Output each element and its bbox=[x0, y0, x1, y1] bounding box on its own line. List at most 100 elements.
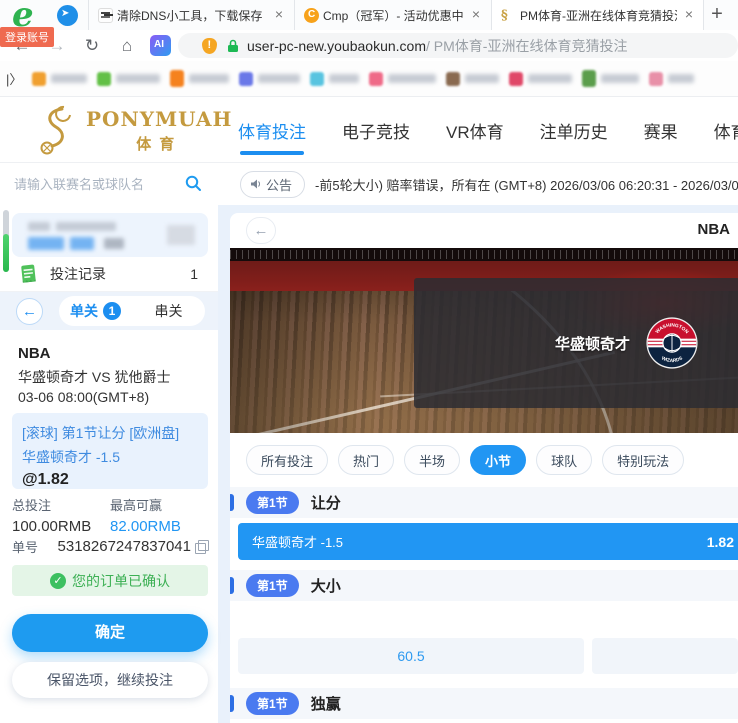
quarter-badge: 第1节 bbox=[246, 574, 299, 597]
announcement-label: 公告 bbox=[266, 177, 293, 193]
tab-parlay-label: 串关 bbox=[154, 303, 183, 319]
home-team-overlay: 华盛顿奇才 WASHINGTON WIZARDS bbox=[414, 278, 738, 408]
bookmark-item[interactable] bbox=[32, 71, 87, 86]
announcement-text: -前5轮大小) 赔率错误，所有在 (GMT+8) 2026/03/06 06:2… bbox=[315, 177, 738, 193]
logo-subtitle: 体育 bbox=[136, 135, 183, 153]
section-title-handicap: 让分 bbox=[310, 495, 341, 512]
bookmark-item[interactable] bbox=[97, 71, 160, 86]
url-field[interactable]: user-pc-new.youbaokun.com / PM体育-亚洲在线体育竞… bbox=[178, 33, 738, 58]
nav-vr-sports[interactable]: VR体育 bbox=[446, 98, 504, 163]
close-tab-icon[interactable]: × bbox=[271, 7, 287, 23]
screen: e 登录账号 清除DNS小工具，下载保存 × Cmp（冠军）- 活动优惠中 × … bbox=[0, 0, 738, 723]
bet-option-handicap-selected[interactable]: 华盛顿奇才 -1.5 1.82 bbox=[238, 523, 738, 560]
league-title: NBA bbox=[697, 221, 731, 238]
tab-title: PM体育-亚洲在线体育竞猜投注 bbox=[520, 8, 677, 23]
slip-odds: @1.82 bbox=[22, 471, 69, 488]
tab-favicon-dns bbox=[98, 7, 113, 23]
site-logo[interactable]: PONYMUAH 体育 bbox=[34, 105, 232, 155]
bet-records-count: 1 bbox=[190, 266, 198, 282]
bookmark-item[interactable] bbox=[310, 71, 359, 86]
bookmark-item[interactable] bbox=[446, 71, 499, 86]
refresh-icon[interactable]: ↻ bbox=[79, 34, 105, 58]
receipt-icon bbox=[21, 264, 36, 283]
tab-favicon-pm: § bbox=[501, 7, 508, 23]
url-page-title: / PM体育-亚洲在线体育竞猜投注 bbox=[426, 37, 628, 54]
close-tab-icon[interactable]: × bbox=[468, 7, 484, 23]
sidebar-scrollbar[interactable] bbox=[3, 210, 9, 272]
browser-tab-cmp[interactable]: Cmp（冠军）- 活动优惠中 × bbox=[294, 0, 490, 30]
betslip-sidebar: 投注记录 1 ← 单关 1 串关 NBA 华盛顿奇才 VS 犹他爵士 03-06… bbox=[0, 205, 218, 723]
max-win-label: 最高可赢 bbox=[110, 498, 163, 513]
slip-back-button[interactable]: ← bbox=[16, 297, 43, 325]
tab-single-bet[interactable]: 单关 1 bbox=[59, 301, 132, 321]
slip-totals: 总投注 100.00RMB 最高可赢 82.00RMB bbox=[12, 495, 208, 535]
slip-selection: 华盛顿奇才 -1.5 bbox=[22, 449, 121, 465]
close-tab-icon[interactable]: × bbox=[681, 7, 697, 23]
nav-bet-history[interactable]: 注单历史 bbox=[540, 98, 608, 163]
site-header: PONYMUAH 体育 体育投注 电子竞技 VR体育 注单历史 赛果 体育竞猜 bbox=[0, 97, 738, 163]
order-number-row: 单号 5318267247837041 bbox=[12, 537, 209, 556]
bookmarks-bar: |〉 bbox=[0, 61, 738, 97]
panel-back-button[interactable]: ← bbox=[246, 217, 276, 244]
new-tab-button[interactable]: + bbox=[704, 2, 730, 28]
bookmark-item[interactable] bbox=[649, 71, 694, 86]
user-account-card[interactable] bbox=[12, 213, 208, 257]
check-circle-icon: ✓ bbox=[50, 572, 66, 589]
max-win-value: 82.00RMB bbox=[110, 518, 181, 535]
search-icon[interactable] bbox=[185, 175, 202, 192]
nav-results[interactable]: 赛果 bbox=[644, 98, 678, 163]
slip-selection-box[interactable]: [滚球] 第1节让分 [欧洲盘] 华盛顿奇才 -1.5 @1.82 bbox=[12, 413, 208, 489]
browser-tab-bar: e 登录账号 清除DNS小工具，下载保存 × Cmp（冠军）- 活动优惠中 × … bbox=[0, 0, 738, 47]
totals-line-cell[interactable]: 60.5 bbox=[238, 638, 584, 674]
tab-parlay-bet[interactable]: 串关 bbox=[132, 301, 205, 321]
bet-mode-toggle: 单关 1 串关 bbox=[59, 296, 205, 326]
single-bet-count-badge: 1 bbox=[103, 302, 121, 320]
keep-selections-button[interactable]: 保留选项，继续投注 bbox=[12, 662, 208, 698]
browser-tab-dns[interactable]: 清除DNS小工具，下载保存 × bbox=[88, 0, 293, 30]
bookmark-item[interactable] bbox=[369, 71, 436, 86]
search-input[interactable] bbox=[14, 176, 184, 192]
nav-sports-quiz[interactable]: 体育竞猜 bbox=[714, 98, 738, 163]
nav-sports-betting[interactable]: 体育投注 bbox=[238, 98, 306, 163]
filter-special[interactable]: 特别玩法 bbox=[602, 445, 685, 475]
bet-option-odds: 1.82 bbox=[706, 533, 734, 550]
bookmark-item[interactable] bbox=[582, 70, 639, 87]
bet-records-row[interactable]: 投注记录 1 bbox=[0, 257, 218, 292]
confirm-button[interactable]: 确定 bbox=[12, 614, 208, 652]
totals-empty-cell[interactable] bbox=[592, 638, 738, 674]
nav-esports[interactable]: 电子竞技 bbox=[342, 98, 410, 163]
match-panel: ← NBA 华盛顿奇才 WASHINGTON WIZARDS 所有投注 热门 半… bbox=[230, 213, 738, 723]
slip-mode-row: ← 单关 1 串关 bbox=[0, 292, 218, 330]
bookmark-item[interactable] bbox=[509, 71, 572, 86]
total-stake-label: 总投注 bbox=[12, 498, 52, 513]
speaker-icon bbox=[251, 179, 261, 189]
slip-bet-type: [滚球] 第1节让分 [欧洲盘] bbox=[22, 425, 180, 441]
filter-all-bets[interactable]: 所有投注 bbox=[246, 445, 329, 475]
order-number-value: 5318267247837041 bbox=[57, 538, 191, 555]
bookmark-item[interactable] bbox=[170, 70, 229, 87]
tab-single-label: 单关 bbox=[70, 303, 98, 319]
browser-tab-pm-active[interactable]: § PM体育-亚洲在线体育竞猜投注 × bbox=[491, 0, 704, 30]
ponymuah-logo-icon bbox=[40, 105, 71, 155]
site-warning-icon[interactable] bbox=[202, 37, 217, 54]
wizards-team-logo: WASHINGTON WIZARDS bbox=[646, 317, 698, 369]
home-icon[interactable]: ⌂ bbox=[114, 34, 140, 58]
totals-line-row: 60.5 bbox=[238, 638, 738, 674]
section-title-totals: 大小 bbox=[310, 578, 341, 595]
bookmark-item[interactable] bbox=[239, 71, 300, 86]
copy-icon[interactable] bbox=[195, 540, 209, 554]
tab-favicon-cmp bbox=[304, 7, 319, 23]
tab-title: 清除DNS小工具，下载保存 bbox=[117, 8, 263, 23]
login-account-tooltip: 登录账号 bbox=[0, 27, 54, 47]
bet-records-label: 投注记录 bbox=[50, 266, 106, 282]
filter-quarter[interactable]: 小节 bbox=[470, 445, 527, 475]
bookmarks-collapse-icon[interactable]: |〉 bbox=[6, 69, 22, 88]
messenger-icon[interactable] bbox=[57, 5, 78, 26]
filter-team[interactable]: 球队 bbox=[536, 445, 593, 475]
announcement-pill[interactable]: 公告 bbox=[240, 170, 306, 198]
ai-assistant-icon[interactable] bbox=[150, 35, 171, 56]
quarter-badge: 第1节 bbox=[246, 491, 299, 514]
filter-half[interactable]: 半场 bbox=[404, 445, 461, 475]
filter-popular[interactable]: 热门 bbox=[338, 445, 395, 475]
section-header-totals: 第1节 大小 bbox=[230, 570, 738, 601]
